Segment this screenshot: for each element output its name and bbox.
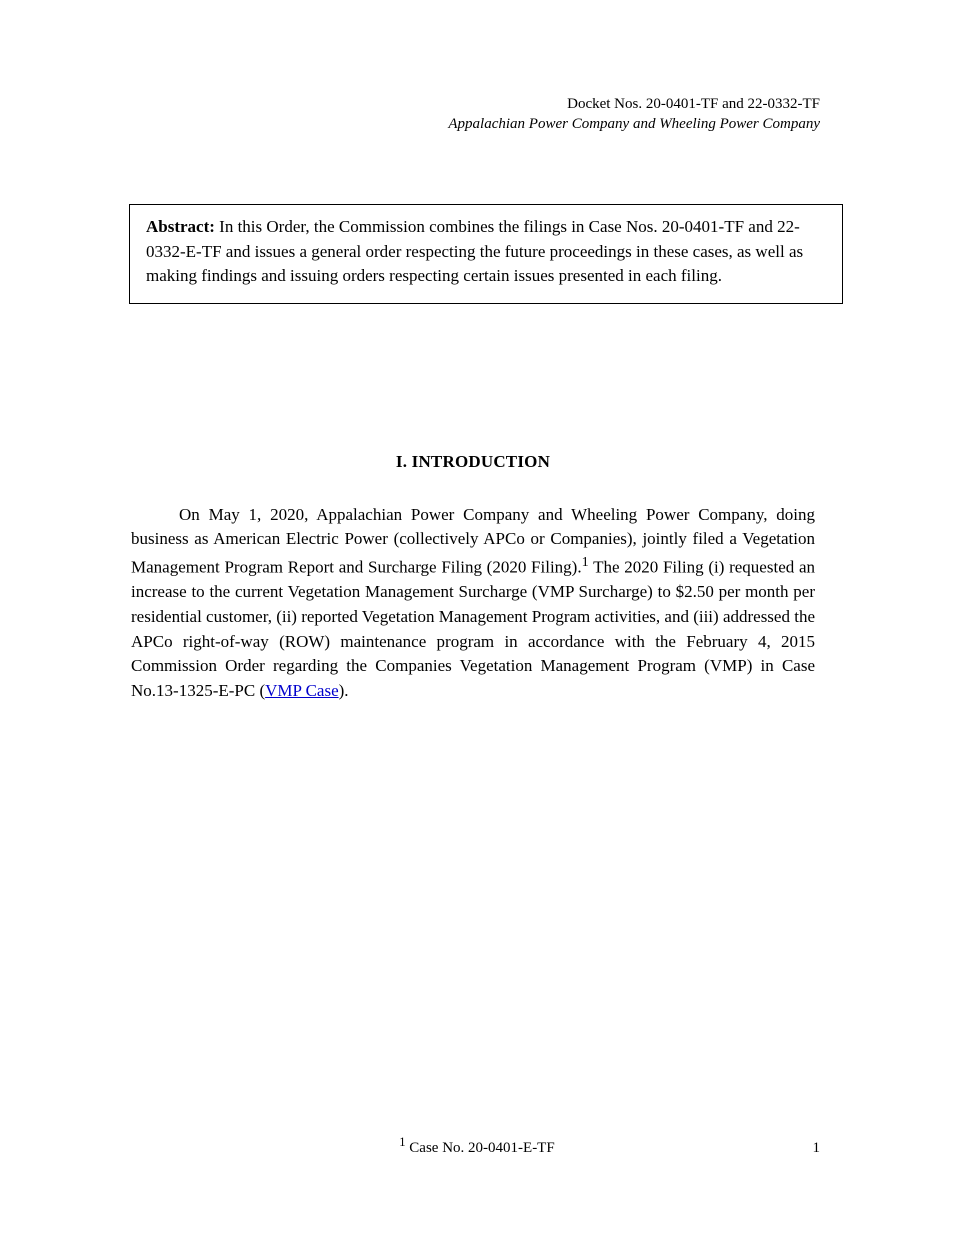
paragraph-1: On May 1, 2020, Appalachian Power Compan… xyxy=(131,503,815,704)
page: Docket Nos. 20-0401-TF and 22-0332-TF Ap… xyxy=(0,0,954,1235)
page-number: 1 xyxy=(813,1140,821,1157)
docket-line: Docket Nos. 20-0401-TF and 22-0332-TF xyxy=(448,94,820,114)
abstract-box: Abstract: In this Order, the Commission … xyxy=(129,204,843,304)
abstract-text: In this Order, the Commission combines t… xyxy=(146,217,803,285)
footnote-marker-1: 1 xyxy=(582,554,589,570)
header-block: Docket Nos. 20-0401-TF and 22-0332-TF Ap… xyxy=(448,94,820,135)
footer-reference: 1 Case No. 20-0401-E-TF xyxy=(0,1135,954,1157)
abstract-label: Abstract: xyxy=(146,217,215,236)
section-title: I. INTRODUCTION xyxy=(131,450,815,475)
footer-ref-text: Case No. 20-0401-E-TF xyxy=(406,1140,555,1156)
body: I. INTRODUCTION On May 1, 2020, Appalach… xyxy=(131,450,815,727)
para1-part-c: ). xyxy=(339,681,349,700)
para1-part-b: The 2020 Filing (i) requested an increas… xyxy=(131,558,815,700)
vmp-case-link[interactable]: VMP Case xyxy=(265,681,339,700)
owner-line: Appalachian Power Company and Wheeling P… xyxy=(448,114,820,134)
